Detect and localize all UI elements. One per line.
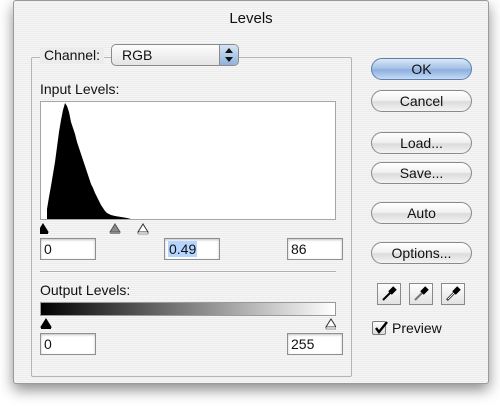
output-black-field[interactable]: 0: [40, 333, 96, 355]
output-white-slider: [325, 318, 337, 328]
output-black-slider: [40, 318, 52, 328]
preview-label[interactable]: Preview: [392, 320, 442, 336]
output-white-value: 255: [291, 336, 315, 352]
output-white-field[interactable]: 255: [287, 333, 343, 355]
gray-eyedropper-button[interactable]: [409, 283, 433, 305]
load-button[interactable]: Load...: [371, 132, 472, 154]
input-white-value: 86: [291, 241, 307, 257]
cancel-button[interactable]: Cancel: [371, 90, 472, 112]
separator: [40, 271, 336, 273]
channel-select[interactable]: RGB: [111, 44, 239, 66]
input-black-value: 0: [44, 241, 52, 257]
input-gamma-value: 0.49: [168, 241, 198, 257]
input-levels-label: Input Levels:: [40, 81, 120, 97]
black-eyedropper-button[interactable]: [377, 283, 401, 305]
levels-dialog: Levels Channel: RGB Input Levels: 0 0.49…: [13, 0, 489, 384]
input-gamma-slider: [109, 223, 121, 233]
output-slider-track: [40, 317, 337, 330]
histogram: [40, 101, 336, 220]
histogram-graph: [47, 103, 131, 219]
output-gradient-bar: [40, 302, 336, 316]
input-white-field[interactable]: 86: [287, 238, 343, 260]
input-gamma-field[interactable]: 0.49: [164, 238, 220, 260]
input-black-field[interactable]: 0: [40, 238, 96, 260]
auto-button[interactable]: Auto: [371, 202, 472, 224]
channel-label: Channel:: [40, 47, 105, 63]
channel-select-value: RGB: [122, 47, 153, 63]
white-eyedropper-icon: [446, 286, 461, 301]
input-black-slider: [37, 223, 49, 233]
checkmark-icon: [375, 321, 388, 334]
window-title: Levels: [229, 10, 273, 27]
gray-eyedropper-icon: [414, 286, 429, 301]
black-eyedropper-icon: [382, 286, 397, 301]
input-slider-track: [37, 222, 336, 235]
select-arrows-icon: [219, 45, 238, 65]
output-black-value: 0: [44, 336, 52, 352]
input-white-slider: [137, 223, 149, 233]
white-eyedropper-button[interactable]: [441, 283, 465, 305]
output-levels-label: Output Levels:: [40, 282, 131, 298]
preview-checkbox[interactable]: [372, 321, 388, 335]
save-button[interactable]: Save...: [371, 162, 472, 184]
options-button[interactable]: Options...: [371, 242, 472, 264]
ok-button[interactable]: OK: [371, 58, 472, 80]
